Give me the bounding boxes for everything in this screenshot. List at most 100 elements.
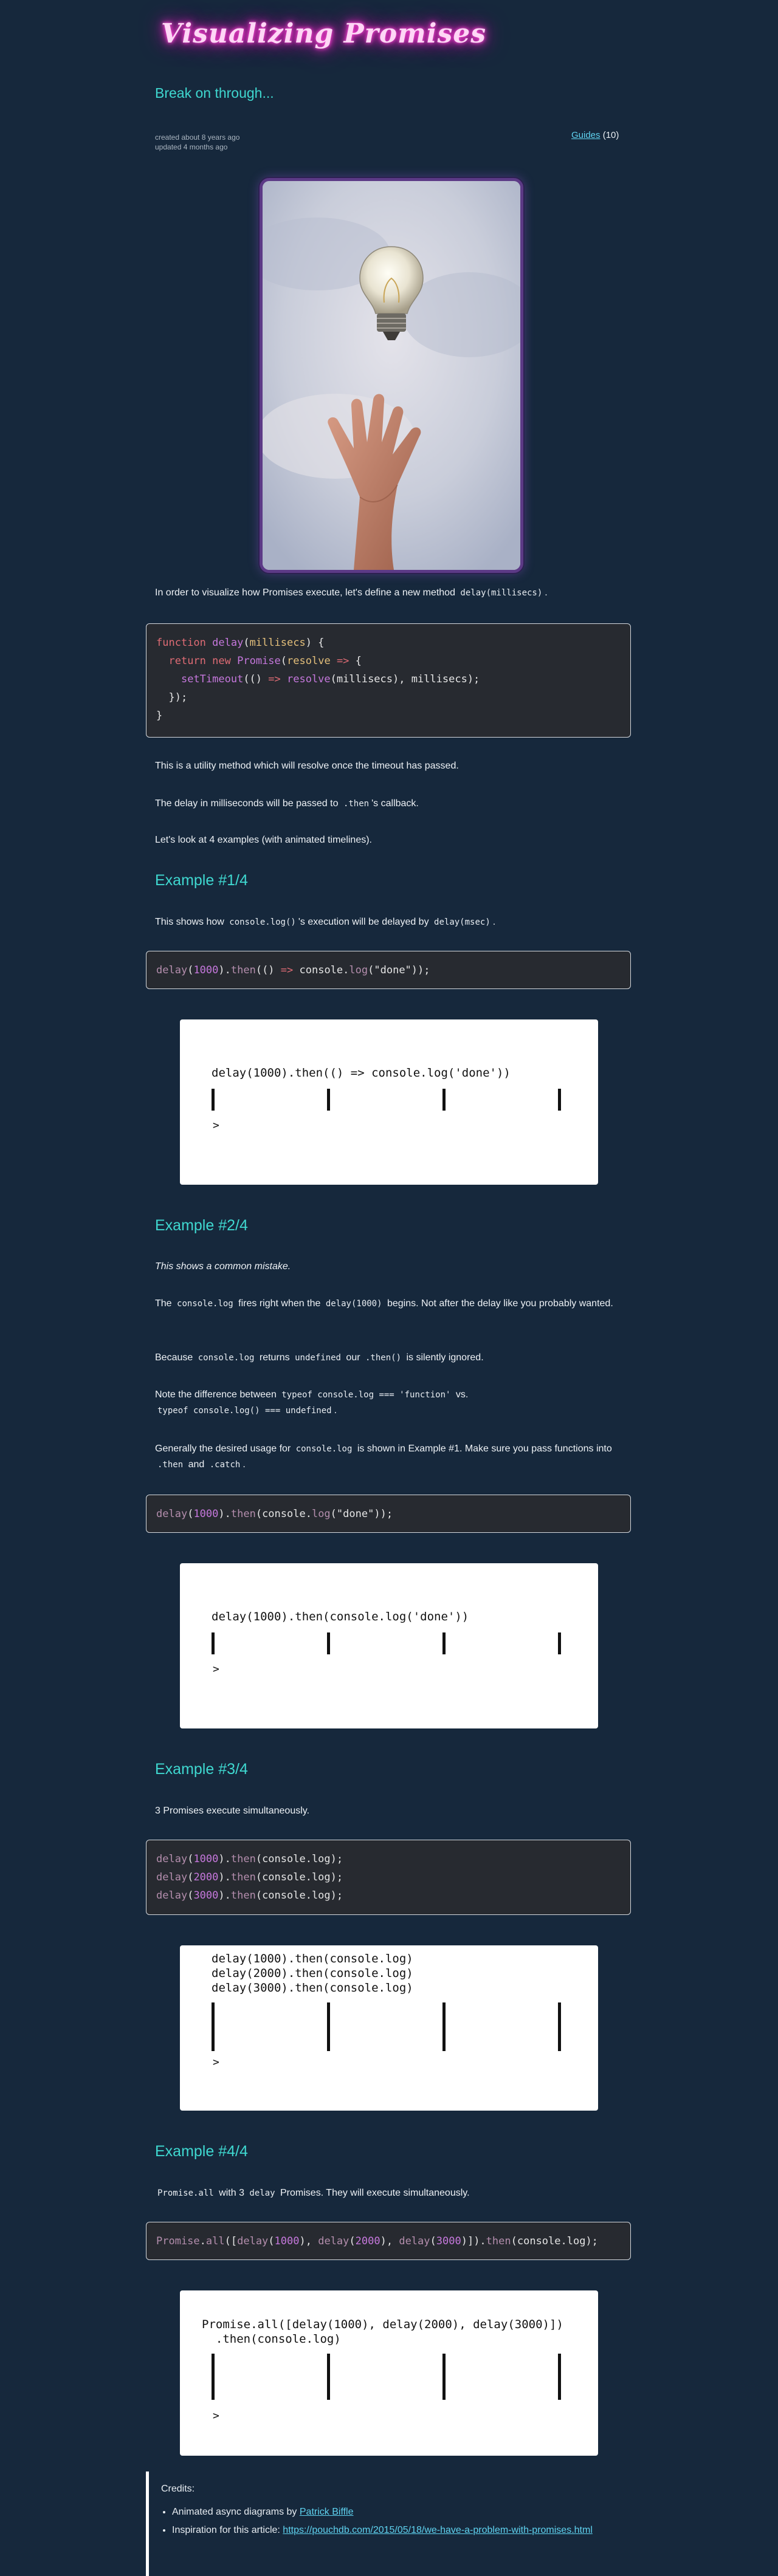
code-token: (console.log); [255, 1871, 343, 1883]
example-2-paragraph-4: Generally the desired usage for console.… [155, 1441, 623, 1473]
text: This shows a common mistake. [155, 1261, 291, 1272]
code-token: then [230, 964, 256, 976]
code-token: (() [243, 673, 269, 685]
code-token: (console.log); [255, 1889, 343, 1902]
inline-code: undefined [295, 1353, 341, 1363]
console-prompt: > [213, 1119, 219, 1132]
code-token: )); [411, 964, 430, 976]
code-token: 1000 [193, 964, 219, 976]
code-block-example-2[interactable]: delay(1000).then(console.log("done")); [146, 1495, 631, 1533]
timeline-tick [212, 1632, 215, 1654]
code-token: console. [299, 964, 349, 976]
updated-date: updated 4 months ago [155, 143, 228, 151]
code-block-example-1[interactable]: delay(1000).then(() => console.log("done… [146, 951, 631, 989]
example-3-paragraph: 3 Promises execute simultaneously. [155, 1806, 310, 1816]
code-token: => [336, 655, 349, 667]
text: . [545, 587, 548, 598]
intro-paragraph-3: The delay in milliseconds will be passed… [155, 796, 623, 812]
hero-image [260, 178, 523, 573]
console-prompt: > [213, 2056, 219, 2069]
code-token: then [230, 1508, 256, 1520]
timeline-caption: Promise.all([delay(1000), delay(2000), d… [202, 2318, 563, 2346]
inline-code: console.log [177, 1299, 233, 1309]
inline-code: console.log() [229, 917, 296, 927]
text: vs. [453, 1389, 469, 1400]
code-token: { [349, 655, 362, 667]
list-item: Animated async diagrams by Patrick Biffl… [172, 2503, 620, 2521]
timeline-tick [327, 2354, 330, 2400]
text: Because [155, 1352, 196, 1363]
timeline-animation-3: delay(1000).then(console.log) delay(2000… [180, 1945, 598, 2111]
code-token: then [486, 2235, 511, 2247]
code-block-delay[interactable]: function delay(millisecs) { return new P… [146, 623, 631, 738]
code-token: delay [399, 2235, 430, 2247]
code-token: log [311, 1508, 331, 1520]
timeline-animation-1: delay(1000).then(() => console.log('done… [180, 1019, 598, 1185]
code-block-example-3[interactable]: delay(1000).then(console.log); delay(200… [146, 1840, 631, 1915]
example-2-paragraph-3: Note the difference between typeof conso… [155, 1387, 623, 1419]
code-token: function [156, 637, 206, 649]
code-token: all [205, 2235, 225, 2247]
code-token: 1000 [193, 1508, 219, 1520]
example-4-heading: Example #4/4 [155, 2143, 248, 2160]
example-2-paragraph-2: Because console.log returns undefined ou… [155, 1350, 623, 1366]
code-token: 3000 [193, 1889, 219, 1902]
inline-code: delay(1000) [325, 1299, 382, 1309]
timeline-tick [327, 1089, 330, 1111]
text: Animated async diagrams by [172, 2507, 300, 2517]
code-token: (console.log); [255, 1853, 343, 1865]
text: 's callback. [371, 798, 419, 809]
text: Inspiration for this article: [172, 2525, 283, 2535]
code-token: "done" [336, 1508, 374, 1520]
timeline-tick [212, 2002, 215, 2051]
timeline-caption: delay(1000).then(console.log) delay(2000… [212, 1952, 413, 1995]
code-token: delay [156, 1871, 188, 1883]
text: Note the difference between [155, 1389, 280, 1400]
code-token: then [230, 1871, 256, 1883]
post-meta: created about 8 years ago updated 4 mont… [155, 132, 239, 152]
text: begins. Not after the delay like you pro… [384, 1298, 613, 1309]
code-block-example-4[interactable]: Promise.all([delay(1000), delay(2000), d… [146, 2222, 631, 2260]
timeline-tick [442, 2354, 446, 2400]
code-token: => [268, 673, 281, 685]
code-token: setTimeout [181, 673, 244, 685]
timeline-caption: delay(1000).then(console.log('done')) [212, 1610, 469, 1623]
intro-paragraph-2: This is a utility method which will reso… [155, 761, 459, 771]
text: and [185, 1459, 207, 1470]
code-token: then [230, 1889, 256, 1902]
text: our [343, 1352, 363, 1363]
example-2-paragraph-1: The console.log fires right when the del… [155, 1296, 623, 1312]
guides-link-wrapper: Guides (10) [571, 130, 619, 140]
example-1-heading: Example #1/4 [155, 872, 248, 889]
inline-code: typeof console.log() === undefined [157, 1406, 332, 1416]
timeline-tick [212, 2354, 215, 2400]
code-token: log [349, 964, 368, 976]
code-token: 3000 [436, 2235, 461, 2247]
code-token: => [280, 964, 294, 976]
timeline-animation-4: Promise.all([delay(1000), delay(2000), d… [180, 2290, 598, 2456]
code-token: delay [318, 2235, 349, 2247]
example-2-italic: This shows a common mistake. [155, 1259, 623, 1275]
timeline-tick [212, 1089, 215, 1111]
code-token: )); [374, 1508, 393, 1520]
credit-link-author[interactable]: Patrick Biffle [300, 2507, 354, 2517]
code-token: }); [168, 691, 188, 704]
credit-link-inspiration[interactable]: https://pouchdb.com/2015/05/18/we-have-a… [283, 2525, 593, 2535]
code-token: Promise [156, 2235, 200, 2247]
code-token: (millisecs), millisecs); [330, 673, 480, 685]
text: 's execution will be delayed by [298, 917, 432, 927]
code-token: millisecs [249, 637, 306, 649]
timeline-tick [442, 1089, 446, 1111]
timeline-tick [558, 2354, 561, 2400]
example-1-paragraph: This shows how console.log()'s execution… [155, 914, 623, 930]
intro-paragraph-4: Let's look at 4 examples (with animated … [155, 835, 372, 845]
inline-code: .then [157, 1460, 184, 1470]
guides-link[interactable]: Guides [571, 130, 601, 140]
code-token: Promise [237, 655, 281, 667]
text: In order to visualize how Promises execu… [155, 587, 458, 598]
code-token: (console. [255, 1508, 312, 1520]
example-3-heading: Example #3/4 [155, 1761, 248, 1778]
text: with 3 [216, 2188, 247, 2198]
page: Visualizing Promises Break on through...… [0, 0, 778, 2576]
site-title[interactable]: Visualizing Promises [161, 18, 486, 49]
